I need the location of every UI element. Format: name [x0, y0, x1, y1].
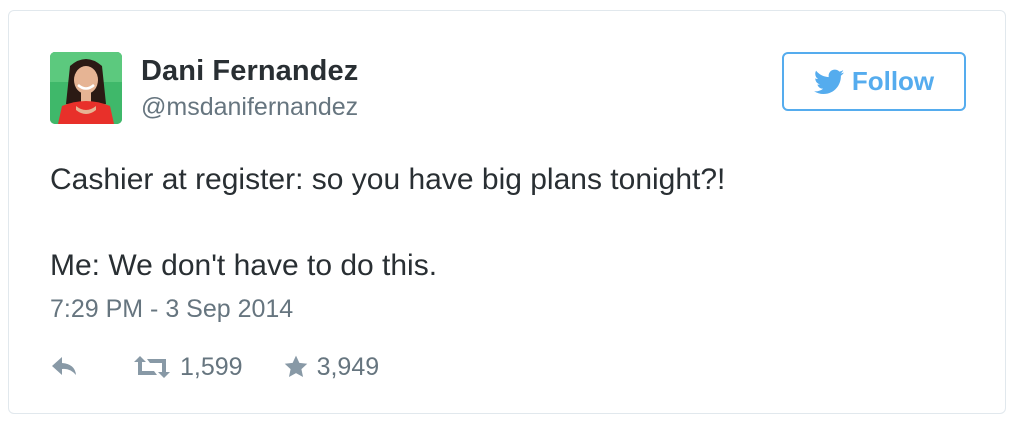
star-icon: [284, 355, 307, 377]
tweet-timestamp[interactable]: 7:29 PM - 3 Sep 2014: [50, 295, 293, 324]
author-handle[interactable]: @msdanifernandez: [141, 93, 358, 122]
favorite-button[interactable]: 3,949: [283, 352, 380, 382]
twitter-bird-icon: [813, 69, 844, 94]
retweet-count: 1,599: [180, 352, 243, 381]
tweet-actions: 1,599 3,949: [50, 349, 379, 385]
reply-icon: [52, 357, 76, 375]
author-name[interactable]: Dani Fernandez: [141, 55, 358, 88]
retweet-icon: [134, 356, 170, 378]
retweet-button[interactable]: 1,599: [132, 353, 243, 382]
avatar[interactable]: [50, 52, 122, 124]
tweet-text-line-1: Cashier at register: so you have big pla…: [50, 163, 726, 196]
reply-button[interactable]: [50, 355, 80, 379]
follow-label: Follow: [851, 66, 935, 96]
avatar-image: [50, 52, 122, 124]
tweet-card: Dani Fernandez @msdanifernandez Follow C…: [8, 10, 1006, 414]
favorite-count: 3,949: [316, 352, 380, 381]
follow-button[interactable]: Follow: [782, 52, 966, 111]
tweet-text-line-2: Me: We don't have to do this.: [50, 249, 438, 282]
